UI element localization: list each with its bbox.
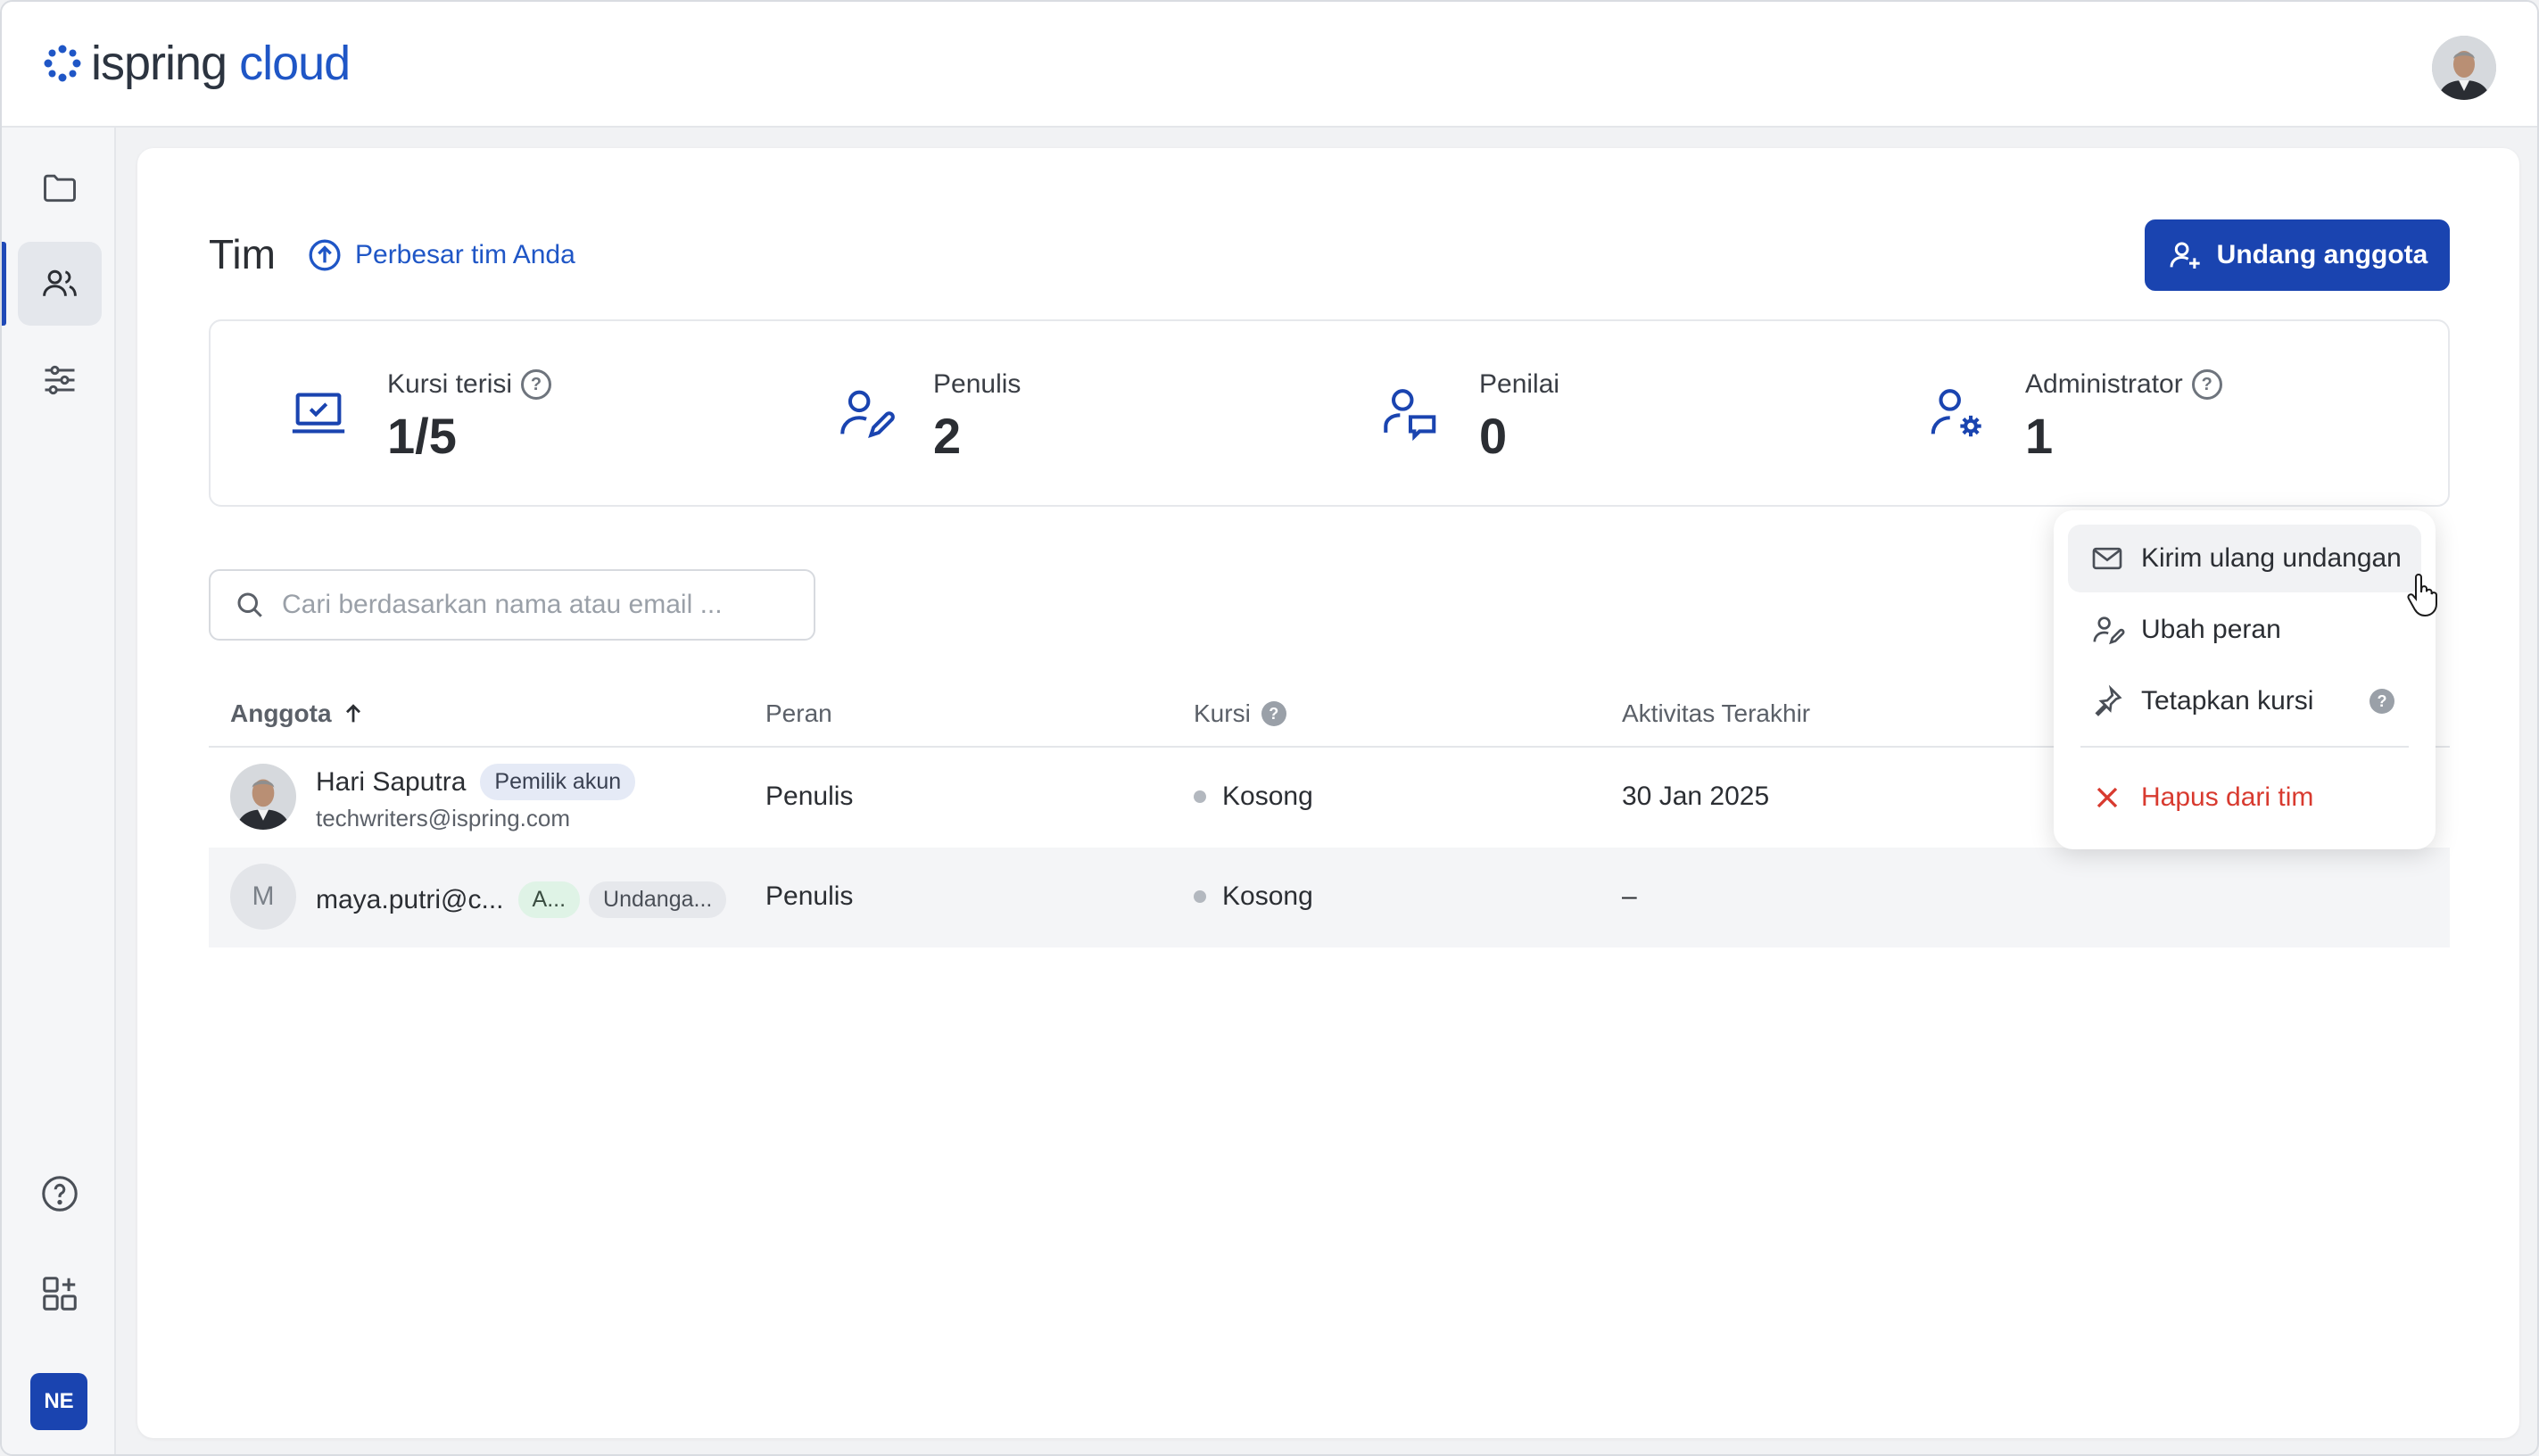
invite-member-button[interactable]: Undang anggota [2145,219,2450,291]
member-avatar [230,764,296,830]
member-seat-text: Kosong [1222,782,1313,811]
stat-authors-label: Penulis [933,369,1021,399]
stat-reviewers-label: Penilai [1479,369,1560,399]
avatar-photo-icon [230,764,296,830]
seat-status-dot [1194,890,1206,903]
row-actions-menu: Kirim ulang undangan Ubah peran Tetapkan… [2054,510,2436,849]
menu-divider [2080,746,2409,748]
users-icon [43,269,77,296]
search-input[interactable] [282,590,782,620]
member-email: techwriters@ispring.com [316,805,571,831]
member-name: maya.putri@c... A... Undanga... [316,881,727,918]
member-role[interactable]: Penulis [765,881,853,912]
user-review-icon [1384,389,1436,442]
member-search-box[interactable] [209,569,815,641]
user-settings-icon [1931,389,1981,437]
member-last-activity: – [1622,881,1637,911]
table-row[interactable]: M maya.putri@c... A... Undanga... Penuli… [209,848,2450,947]
ispring-cloud-logo[interactable]: ispring cloud [43,37,351,90]
status-badge: A... [517,881,581,918]
sidebar-item-apps[interactable] [18,1252,102,1336]
grow-team-label: Perbesar tim Anda [355,240,575,269]
sidebar-item-team[interactable] [18,242,102,326]
seats-help-icon[interactable]: ? [521,369,552,400]
sidebar: NE [2,128,116,1454]
arrow-up-circle-icon [309,239,341,271]
menu-item-change-role[interactable]: Ubah peran [2068,596,2421,664]
user-avatar[interactable] [2432,36,2496,100]
grow-team-link[interactable]: Perbesar tim Anda [307,237,575,273]
user-plus-icon [2170,242,2200,269]
menu-item-assign-seat-label: Tetapkan kursi [2141,686,2314,716]
mail-icon [2092,547,2122,570]
administrators-help-icon[interactable]: ? [2191,369,2222,400]
column-seat-label: Kursi [1194,699,1251,727]
team-stats-panel: Kursi terisi? 1/5 Penulis 2 Penilai 0 Ad… [209,319,2450,507]
column-member[interactable]: Anggota [230,699,366,728]
sidebar-active-indicator [2,242,6,326]
logo-word: ispring [91,37,227,90]
member-seat[interactable]: Kosong [1194,782,1313,812]
laptop-check-icon [292,393,345,434]
help-icon [42,1176,78,1212]
assign-seat-help-icon[interactable]: ? [2369,689,2394,714]
stat-administrators-value: 1 [2025,408,2054,464]
account-badge[interactable]: NE [30,1373,87,1430]
member-seat[interactable]: Kosong [1194,881,1313,912]
invited-badge: Undanga... [589,881,727,918]
member-seat-text: Kosong [1222,881,1313,911]
stat-authors-value: 2 [933,408,962,464]
member-name-text: Hari Saputra [316,766,467,797]
column-role: Peran [765,699,832,727]
column-last-activity: Aktivitas Terakhir [1622,699,1811,727]
member-avatar: M [230,864,296,930]
member-role[interactable]: Penulis [765,782,853,812]
hand-cursor-icon [2407,574,2437,617]
search-icon [237,592,262,617]
app-window: ispring cloud NE Tim Perbesar tim Anda U… [0,0,2539,1456]
stat-seats-value: 1/5 [387,408,457,464]
page-title: Tim [209,231,276,277]
menu-item-remove-label: Hapus dari tim [2141,782,2314,812]
column-member-label: Anggota [230,699,332,727]
logo-suffix: cloud [239,37,351,90]
stat-seats-label: Kursi terisi [387,369,513,399]
sidebar-item-content[interactable] [18,145,102,229]
member-name: Hari Saputra Pemilik akun [316,764,636,800]
folder-icon [44,174,76,203]
menu-item-resend-invite[interactable]: Kirim ulang undangan [2068,525,2421,592]
ispring-logo-icon [44,45,81,82]
invite-member-label: Undang anggota [2216,240,2428,269]
apps-add-icon [43,1277,77,1311]
menu-item-change-role-label: Ubah peran [2141,615,2281,644]
seat-help-icon[interactable]: ? [1261,701,1286,726]
sliders-icon [45,365,75,395]
sidebar-item-settings[interactable] [18,338,102,422]
member-name-text: maya.putri@c... [316,884,504,914]
user-edit-icon [2093,616,2125,645]
menu-item-assign-seat[interactable]: Tetapkan kursi ? [2068,667,2421,735]
top-bar: ispring cloud [2,2,2537,128]
close-icon [2097,787,2118,808]
menu-item-remove-from-team[interactable]: Hapus dari tim [2068,764,2421,831]
member-last-activity: 30 Jan 2025 [1622,782,1770,811]
stat-reviewers-value: 0 [1479,408,1508,464]
sidebar-item-help[interactable] [18,1152,102,1236]
avatar-photo-icon [2432,36,2496,100]
seat-status-dot [1194,790,1206,803]
menu-item-resend-label: Kirim ulang undangan [2141,543,2402,573]
column-seat: Kursi ? [1194,699,1286,728]
user-edit-icon [840,390,895,439]
stat-administrators-label: Administrator [2025,369,2183,399]
sort-ascending-icon [345,704,360,723]
pin-icon [2095,684,2122,716]
owner-badge: Pemilik akun [480,764,636,800]
